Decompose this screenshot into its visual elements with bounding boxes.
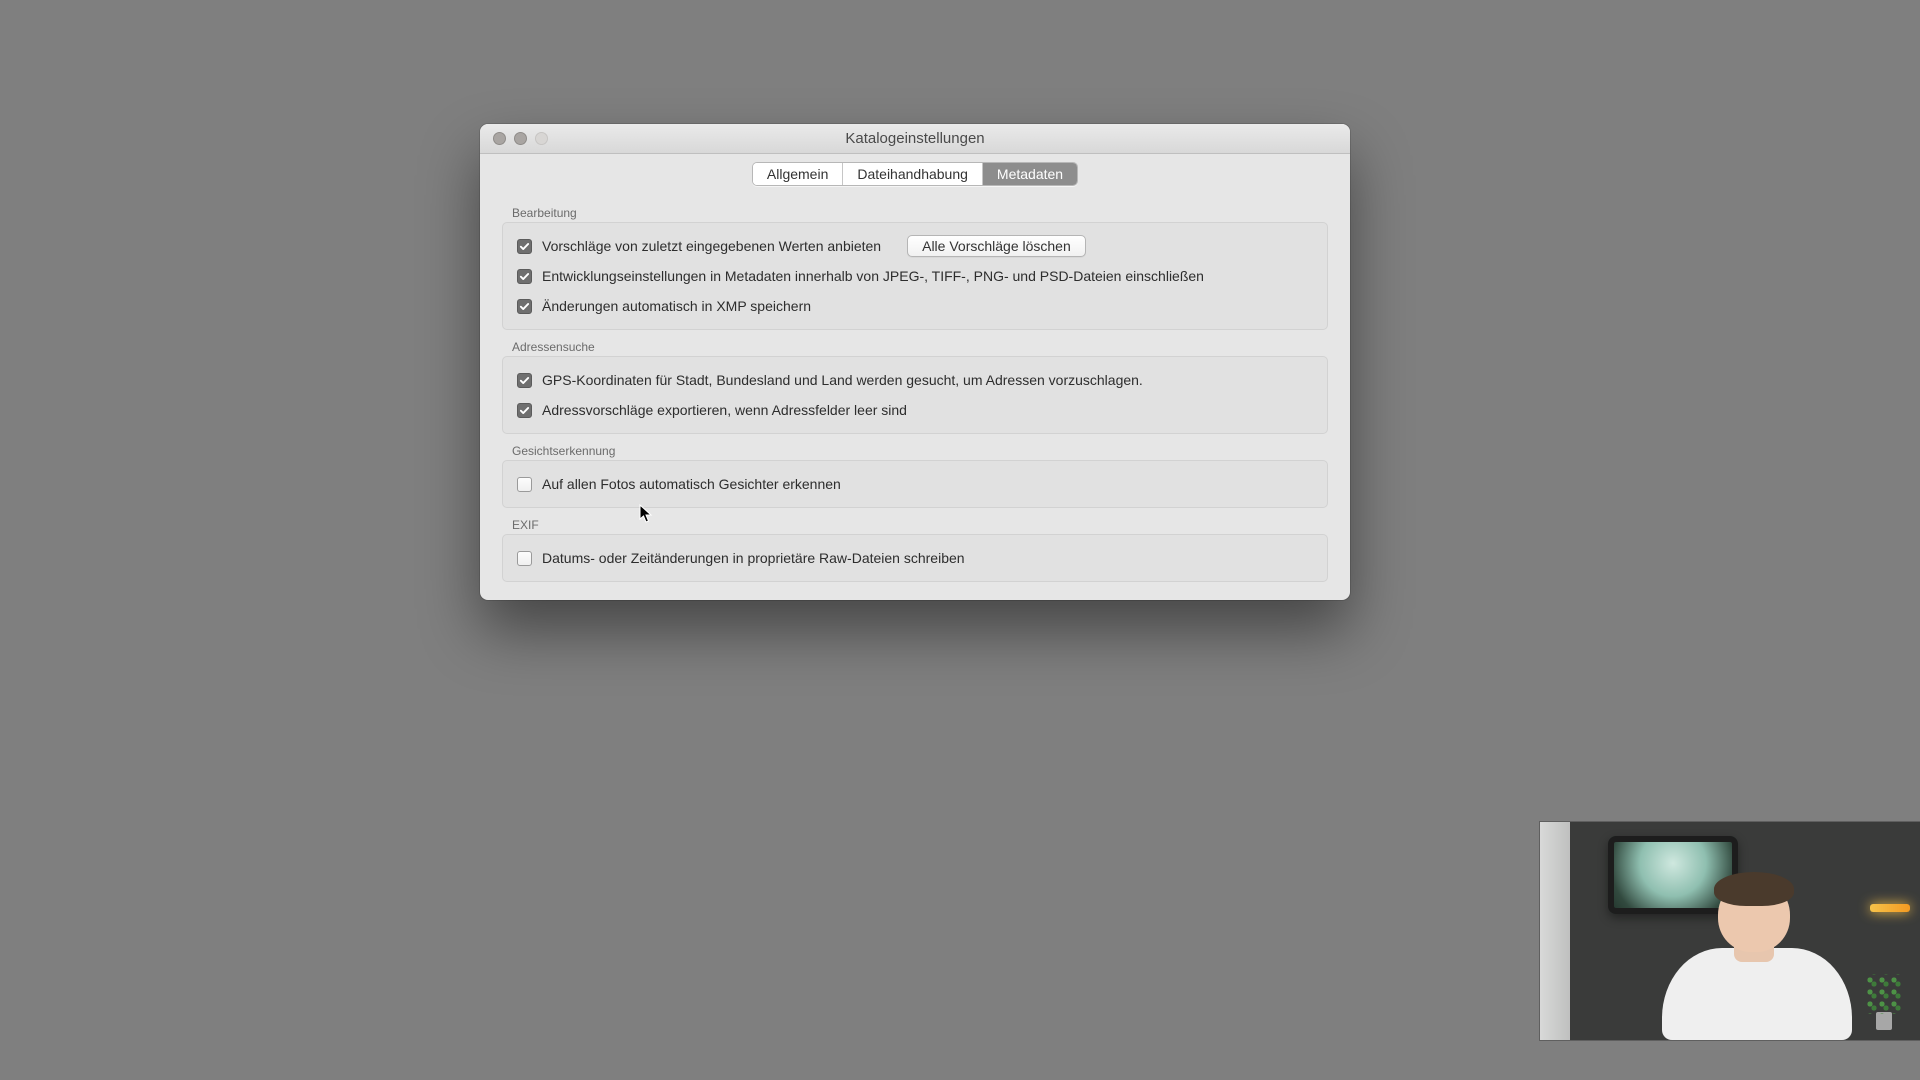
titlebar: Katalogeinstellungen [480, 124, 1350, 154]
editing-heading: Bearbeitung [512, 206, 1328, 220]
clear-all-suggestions-button[interactable]: Alle Vorschläge löschen [907, 235, 1086, 257]
window-controls [480, 132, 548, 145]
auto-detect-faces-label: Auf allen Fotos automatisch Gesichter er… [542, 476, 841, 492]
zoom-window-button[interactable] [535, 132, 548, 145]
pip-plant [1866, 974, 1902, 1030]
settings-tabs: Allgemein Dateihandhabung Metadaten [752, 162, 1078, 186]
editing-group: Vorschläge von zuletzt eingegebenen Wert… [502, 222, 1328, 330]
face-heading: Gesichtserkennung [512, 444, 1328, 458]
address-heading: Adressensuche [512, 340, 1328, 354]
close-window-button[interactable] [493, 132, 506, 145]
lookup-gps-row: GPS-Koordinaten für Stadt, Bundesland un… [517, 366, 1313, 394]
exif-group: Datums- oder Zeitänderungen in proprietä… [502, 534, 1328, 582]
content-area: Bearbeitung Vorschläge von zuletzt einge… [480, 206, 1350, 600]
offer-suggestions-row: Vorschläge von zuletzt eingegebenen Wert… [517, 232, 1313, 260]
auto-write-xmp-checkbox[interactable] [517, 299, 532, 314]
pip-led-strip [1870, 904, 1910, 912]
auto-detect-faces-row: Auf allen Fotos automatisch Gesichter er… [517, 470, 1313, 498]
auto-write-xmp-row: Änderungen automatisch in XMP speichern [517, 292, 1313, 320]
minimize-window-button[interactable] [514, 132, 527, 145]
include-dev-settings-checkbox[interactable] [517, 269, 532, 284]
tabs-row: Allgemein Dateihandhabung Metadaten [480, 154, 1350, 196]
export-address-row: Adressvorschläge exportieren, wenn Adres… [517, 396, 1313, 424]
write-date-changes-row: Datums- oder Zeitänderungen in proprietä… [517, 544, 1313, 572]
webcam-pip [1540, 822, 1920, 1040]
pip-monitor-edge [1540, 822, 1570, 1040]
include-dev-settings-row: Entwicklungseinstellungen in Metadaten i… [517, 262, 1313, 290]
tab-file-handling[interactable]: Dateihandhabung [843, 163, 983, 185]
offer-suggestions-checkbox[interactable] [517, 239, 532, 254]
exif-heading: EXIF [512, 518, 1328, 532]
address-group: GPS-Koordinaten für Stadt, Bundesland un… [502, 356, 1328, 434]
write-date-changes-label: Datums- oder Zeitänderungen in proprietä… [542, 550, 965, 566]
tab-metadata[interactable]: Metadaten [983, 163, 1077, 185]
export-address-checkbox[interactable] [517, 403, 532, 418]
face-group: Auf allen Fotos automatisch Gesichter er… [502, 460, 1328, 508]
write-date-changes-checkbox[interactable] [517, 551, 532, 566]
pip-presenter [1652, 870, 1862, 1040]
export-address-label: Adressvorschläge exportieren, wenn Adres… [542, 402, 907, 418]
lookup-gps-checkbox[interactable] [517, 373, 532, 388]
tab-general[interactable]: Allgemein [753, 163, 843, 185]
auto-detect-faces-checkbox[interactable] [517, 477, 532, 492]
window-title: Katalogeinstellungen [480, 130, 1350, 147]
include-dev-settings-label: Entwicklungseinstellungen in Metadaten i… [542, 268, 1204, 284]
catalog-settings-window: Katalogeinstellungen Allgemein Dateihand… [480, 124, 1350, 600]
offer-suggestions-label: Vorschläge von zuletzt eingegebenen Wert… [542, 238, 881, 254]
lookup-gps-label: GPS-Koordinaten für Stadt, Bundesland un… [542, 372, 1143, 388]
auto-write-xmp-label: Änderungen automatisch in XMP speichern [542, 298, 811, 314]
